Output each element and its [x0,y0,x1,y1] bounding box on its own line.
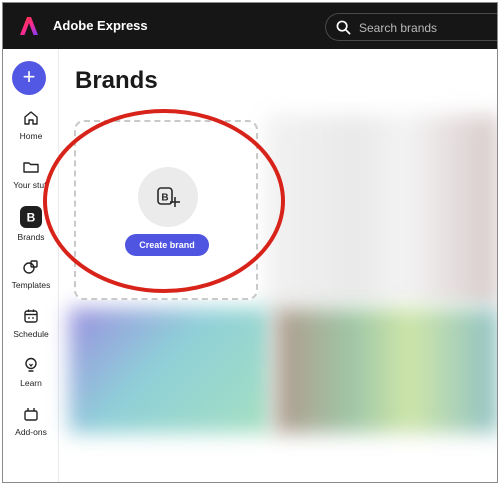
sidebar-item-add-ons[interactable]: Add-ons [3,405,59,449]
top-bar: Adobe Express Search brands [3,3,497,49]
addons-icon [24,408,38,421]
folder-icon [23,162,39,173]
annotation-ellipse [43,109,285,293]
blurred-brand-card[interactable] [275,308,497,433]
lightbulb-icon [25,357,37,372]
search-input[interactable]: Search brands [325,13,497,41]
sidebar-item-label: Schedule [13,329,49,339]
page-title: Brands [75,67,158,94]
calendar-icon [24,309,38,323]
svg-text:B: B [27,211,36,225]
app-title: Adobe Express [53,18,148,33]
home-icon [24,111,38,125]
brand-icon: B [20,206,42,228]
search-placeholder: Search brands [359,21,438,35]
sidebar-item-schedule[interactable]: Schedule [3,307,59,351]
search-icon [336,20,351,35]
sidebar-item-label: Learn [20,378,42,388]
window: Adobe Express Search brands + Home Your … [2,2,498,483]
create-new-button[interactable]: + [12,61,46,95]
blurred-brand-card[interactable] [69,308,271,433]
sidebar-item-learn[interactable]: Learn [3,356,59,400]
adobe-express-logo-icon[interactable] [19,16,39,36]
blurred-brand-card[interactable] [265,115,497,305]
sidebar-item-label: Add-ons [15,427,47,437]
templates-icon [23,260,38,274]
